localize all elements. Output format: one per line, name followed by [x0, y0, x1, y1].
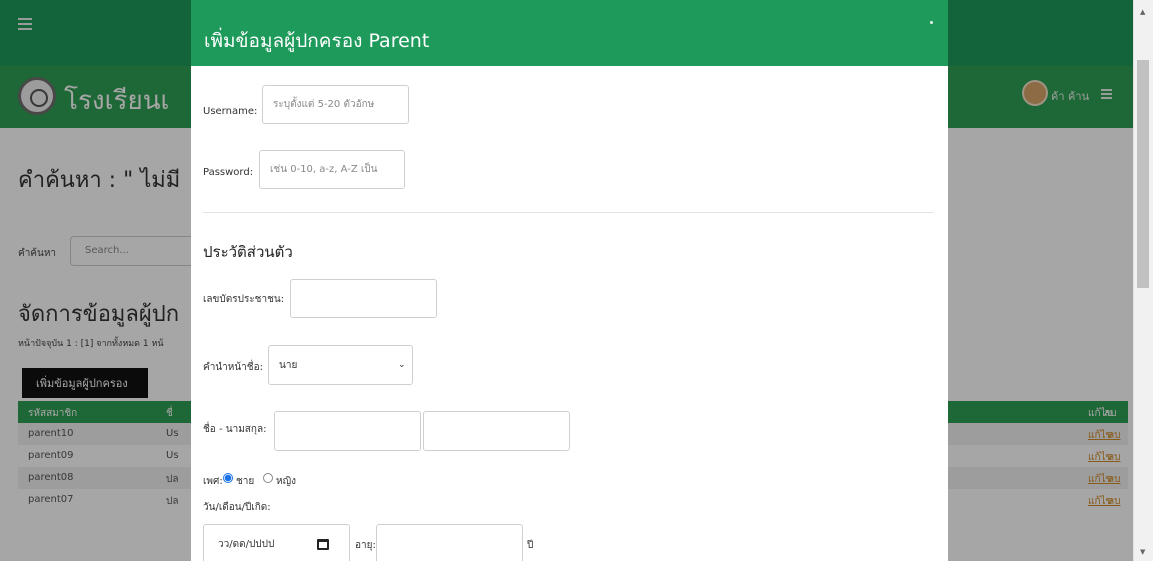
gender-male-label: ชาย: [236, 476, 255, 487]
last-name-input[interactable]: [423, 411, 570, 451]
prefix-select[interactable]: นาย: [268, 345, 413, 385]
password-input[interactable]: เช่น 0-10, a-z, A-Z เป็น: [259, 150, 405, 189]
gender-male-radio[interactable]: [223, 473, 233, 483]
age-label: อายุ:: [355, 540, 376, 551]
chevron-down-icon: ⌄: [398, 360, 406, 370]
gender-female-label: หญิง: [276, 476, 296, 487]
section-title-personal-info: ประวัติส่วนตัว: [203, 243, 293, 261]
username-input[interactable]: ระบุตั้งแต่ 5-20 ตัวอักษ: [262, 85, 409, 124]
gender-female-radio[interactable]: [263, 473, 273, 483]
modal-title: เพิ่มข้อมูลผู้ปกครอง Parent: [204, 30, 430, 52]
username-label: Username:: [203, 106, 258, 117]
age-input[interactable]: [376, 524, 523, 561]
gender-label: เพศ:: [203, 476, 223, 487]
birthdate-label: วัน/เดือน/ปีเกิด:: [203, 502, 271, 513]
id-card-label: เลขบัตรประชาชน:: [203, 294, 285, 305]
name-label: ชื่อ - นามสกุล:: [203, 424, 267, 435]
first-name-input[interactable]: [274, 411, 421, 451]
section-divider: [203, 212, 934, 213]
calendar-icon[interactable]: [317, 539, 329, 550]
add-parent-modal: เพิ่มข้อมูลผู้ปกครอง Parent Username: ระ…: [191, 0, 948, 561]
scrollbar-thumb[interactable]: [1137, 60, 1149, 288]
password-label: Password:: [203, 167, 254, 178]
scroll-up-icon[interactable]: ▲: [1140, 8, 1145, 16]
prefix-label: คำนำหน้าชื่อ:: [203, 362, 263, 373]
prefix-value: นาย: [279, 359, 298, 371]
id-card-input[interactable]: [290, 279, 437, 318]
age-unit-label: ปี: [527, 540, 534, 551]
scroll-down-icon[interactable]: ▼: [1140, 548, 1145, 556]
close-icon[interactable]: [930, 21, 933, 24]
